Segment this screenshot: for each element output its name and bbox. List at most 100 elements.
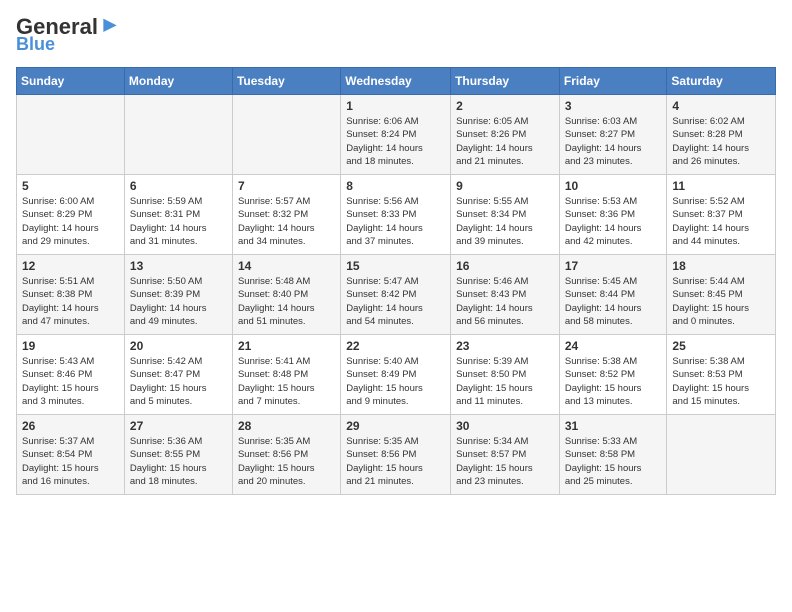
calendar-cell: 9 Sunrise: 5:55 AM Sunset: 8:34 PM Daylig… bbox=[451, 175, 560, 255]
calendar-cell bbox=[124, 95, 232, 175]
calendar-cell bbox=[667, 415, 776, 495]
day-number: 5 bbox=[22, 179, 119, 193]
weekday-header-wednesday: Wednesday bbox=[341, 68, 451, 95]
calendar-cell: 8Sunrise: 5:56 AM Sunset: 8:33 PM Daylig… bbox=[341, 175, 451, 255]
day-info: Sunrise: 5:38 AM Sunset: 8:53 PM Dayligh… bbox=[672, 355, 770, 408]
calendar-cell: 7 Sunrise: 5:57 AM Sunset: 8:32 PM Daylig… bbox=[232, 175, 340, 255]
calendar-cell: 29Sunrise: 5:35 AM Sunset: 8:56 PM Dayli… bbox=[341, 415, 451, 495]
day-info: Sunrise: 5:53 AM Sunset: 8:36 PM Dayligh… bbox=[565, 195, 662, 248]
calendar-cell: 26 Sunrise: 5:37 AM Sunset: 8:54 PM Dayli… bbox=[17, 415, 125, 495]
day-info: Sunrise: 5:40 AM Sunset: 8:49 PM Dayligh… bbox=[346, 355, 445, 408]
day-number: 13 bbox=[130, 259, 227, 273]
calendar-cell: 3 Sunrise: 6:03 AM Sunset: 8:27 PM Daylig… bbox=[559, 95, 667, 175]
day-info: Sunrise: 5:47 AM Sunset: 8:42 PM Dayligh… bbox=[346, 275, 445, 328]
day-number: 27 bbox=[130, 419, 227, 433]
calendar-cell: 17 Sunrise: 5:45 AM Sunset: 8:44 PM Dayli… bbox=[559, 255, 667, 335]
day-info: Sunrise: 5:59 AM Sunset: 8:31 PM Dayligh… bbox=[130, 195, 227, 248]
day-number: 15 bbox=[346, 259, 445, 273]
day-info: Sunrise: 5:50 AM Sunset: 8:39 PM Dayligh… bbox=[130, 275, 227, 328]
weekday-header-saturday: Saturday bbox=[667, 68, 776, 95]
logo-flag-icon bbox=[100, 17, 120, 37]
calendar-cell: 15 Sunrise: 5:47 AM Sunset: 8:42 PM Dayli… bbox=[341, 255, 451, 335]
day-info: Sunrise: 5:37 AM Sunset: 8:54 PM Dayligh… bbox=[22, 435, 119, 488]
day-info: Sunrise: 5:36 AM Sunset: 8:55 PM Dayligh… bbox=[130, 435, 227, 488]
calendar-cell: 24 Sunrise: 5:38 AM Sunset: 8:52 PM Dayli… bbox=[559, 335, 667, 415]
calendar-cell bbox=[17, 95, 125, 175]
day-info: Sunrise: 6:03 AM Sunset: 8:27 PM Dayligh… bbox=[565, 115, 662, 168]
weekday-header-sunday: Sunday bbox=[17, 68, 125, 95]
calendar-cell: 4 Sunrise: 6:02 AM Sunset: 8:28 PM Daylig… bbox=[667, 95, 776, 175]
day-info: Sunrise: 5:34 AM Sunset: 8:57 PM Dayligh… bbox=[456, 435, 554, 488]
calendar-cell: 11Sunrise: 5:52 AM Sunset: 8:37 PM Dayli… bbox=[667, 175, 776, 255]
day-info: Sunrise: 5:35 AM Sunset: 8:56 PM Dayligh… bbox=[238, 435, 335, 488]
calendar-cell: 5 Sunrise: 6:00 AM Sunset: 8:29 PM Daylig… bbox=[17, 175, 125, 255]
calendar-cell: 27 Sunrise: 5:36 AM Sunset: 8:55 PM Dayli… bbox=[124, 415, 232, 495]
day-info: Sunrise: 5:44 AM Sunset: 8:45 PM Dayligh… bbox=[672, 275, 770, 328]
day-number: 19 bbox=[22, 339, 119, 353]
day-number: 31 bbox=[565, 419, 662, 433]
day-number: 23 bbox=[456, 339, 554, 353]
day-number: 6 bbox=[130, 179, 227, 193]
day-number: 7 bbox=[238, 179, 335, 193]
weekday-header-monday: Monday bbox=[124, 68, 232, 95]
day-number: 10 bbox=[565, 179, 662, 193]
day-number: 17 bbox=[565, 259, 662, 273]
calendar-cell bbox=[232, 95, 340, 175]
day-info: Sunrise: 5:33 AM Sunset: 8:58 PM Dayligh… bbox=[565, 435, 662, 488]
calendar-cell: 20 Sunrise: 5:42 AM Sunset: 8:47 PM Dayli… bbox=[124, 335, 232, 415]
calendar-cell: 16Sunrise: 5:46 AM Sunset: 8:43 PM Dayli… bbox=[451, 255, 560, 335]
calendar-cell: 10 Sunrise: 5:53 AM Sunset: 8:36 PM Dayli… bbox=[559, 175, 667, 255]
day-info: Sunrise: 5:51 AM Sunset: 8:38 PM Dayligh… bbox=[22, 275, 119, 328]
calendar-cell: 23 Sunrise: 5:39 AM Sunset: 8:50 PM Dayli… bbox=[451, 335, 560, 415]
day-info: Sunrise: 5:55 AM Sunset: 8:34 PM Dayligh… bbox=[456, 195, 554, 248]
day-info: Sunrise: 5:42 AM Sunset: 8:47 PM Dayligh… bbox=[130, 355, 227, 408]
weekday-header-friday: Friday bbox=[559, 68, 667, 95]
logo: General Blue bbox=[16, 16, 120, 55]
day-number: 25 bbox=[672, 339, 770, 353]
calendar-cell: 22 Sunrise: 5:40 AM Sunset: 8:49 PM Dayli… bbox=[341, 335, 451, 415]
day-info: Sunrise: 5:46 AM Sunset: 8:43 PM Dayligh… bbox=[456, 275, 554, 328]
day-info: Sunrise: 6:06 AM Sunset: 8:24 PM Dayligh… bbox=[346, 115, 445, 168]
day-number: 3 bbox=[565, 99, 662, 113]
day-number: 4 bbox=[672, 99, 770, 113]
calendar-cell: 19 Sunrise: 5:43 AM Sunset: 8:46 PM Dayli… bbox=[17, 335, 125, 415]
calendar-cell: 25 Sunrise: 5:38 AM Sunset: 8:53 PM Dayli… bbox=[667, 335, 776, 415]
day-info: Sunrise: 5:48 AM Sunset: 8:40 PM Dayligh… bbox=[238, 275, 335, 328]
day-info: Sunrise: 5:45 AM Sunset: 8:44 PM Dayligh… bbox=[565, 275, 662, 328]
day-number: 30 bbox=[456, 419, 554, 433]
day-number: 12 bbox=[22, 259, 119, 273]
calendar-cell: 30 Sunrise: 5:34 AM Sunset: 8:57 PM Dayli… bbox=[451, 415, 560, 495]
day-info: Sunrise: 6:00 AM Sunset: 8:29 PM Dayligh… bbox=[22, 195, 119, 248]
day-number: 28 bbox=[238, 419, 335, 433]
day-info: Sunrise: 5:52 AM Sunset: 8:37 PM Dayligh… bbox=[672, 195, 770, 248]
calendar-cell: 18 Sunrise: 5:44 AM Sunset: 8:45 PM Dayli… bbox=[667, 255, 776, 335]
day-info: Sunrise: 5:38 AM Sunset: 8:52 PM Dayligh… bbox=[565, 355, 662, 408]
day-info: Sunrise: 6:02 AM Sunset: 8:28 PM Dayligh… bbox=[672, 115, 770, 168]
calendar-cell: 13 Sunrise: 5:50 AM Sunset: 8:39 PM Dayli… bbox=[124, 255, 232, 335]
day-number: 8 bbox=[346, 179, 445, 193]
weekday-header-tuesday: Tuesday bbox=[232, 68, 340, 95]
day-number: 29 bbox=[346, 419, 445, 433]
day-number: 14 bbox=[238, 259, 335, 273]
calendar-cell: 2 Sunrise: 6:05 AM Sunset: 8:26 PM Daylig… bbox=[451, 95, 560, 175]
calendar-cell: 21Sunrise: 5:41 AM Sunset: 8:48 PM Dayli… bbox=[232, 335, 340, 415]
calendar-cell: 31 Sunrise: 5:33 AM Sunset: 8:58 PM Dayli… bbox=[559, 415, 667, 495]
day-number: 18 bbox=[672, 259, 770, 273]
calendar-cell: 1 Sunrise: 6:06 AM Sunset: 8:24 PM Daylig… bbox=[341, 95, 451, 175]
day-number: 26 bbox=[22, 419, 119, 433]
day-info: Sunrise: 5:43 AM Sunset: 8:46 PM Dayligh… bbox=[22, 355, 119, 408]
calendar-cell: 28 Sunrise: 5:35 AM Sunset: 8:56 PM Dayli… bbox=[232, 415, 340, 495]
day-number: 24 bbox=[565, 339, 662, 353]
day-number: 9 bbox=[456, 179, 554, 193]
day-info: Sunrise: 6:05 AM Sunset: 8:26 PM Dayligh… bbox=[456, 115, 554, 168]
day-number: 2 bbox=[456, 99, 554, 113]
day-info: Sunrise: 5:39 AM Sunset: 8:50 PM Dayligh… bbox=[456, 355, 554, 408]
calendar-cell: 12 Sunrise: 5:51 AM Sunset: 8:38 PM Dayli… bbox=[17, 255, 125, 335]
day-number: 22 bbox=[346, 339, 445, 353]
day-number: 1 bbox=[346, 99, 445, 113]
calendar-cell: 14 Sunrise: 5:48 AM Sunset: 8:40 PM Dayli… bbox=[232, 255, 340, 335]
page-header: General Blue bbox=[16, 16, 776, 55]
day-number: 20 bbox=[130, 339, 227, 353]
day-info: Sunrise: 5:57 AM Sunset: 8:32 PM Dayligh… bbox=[238, 195, 335, 248]
calendar-cell: 6 Sunrise: 5:59 AM Sunset: 8:31 PM Daylig… bbox=[124, 175, 232, 255]
